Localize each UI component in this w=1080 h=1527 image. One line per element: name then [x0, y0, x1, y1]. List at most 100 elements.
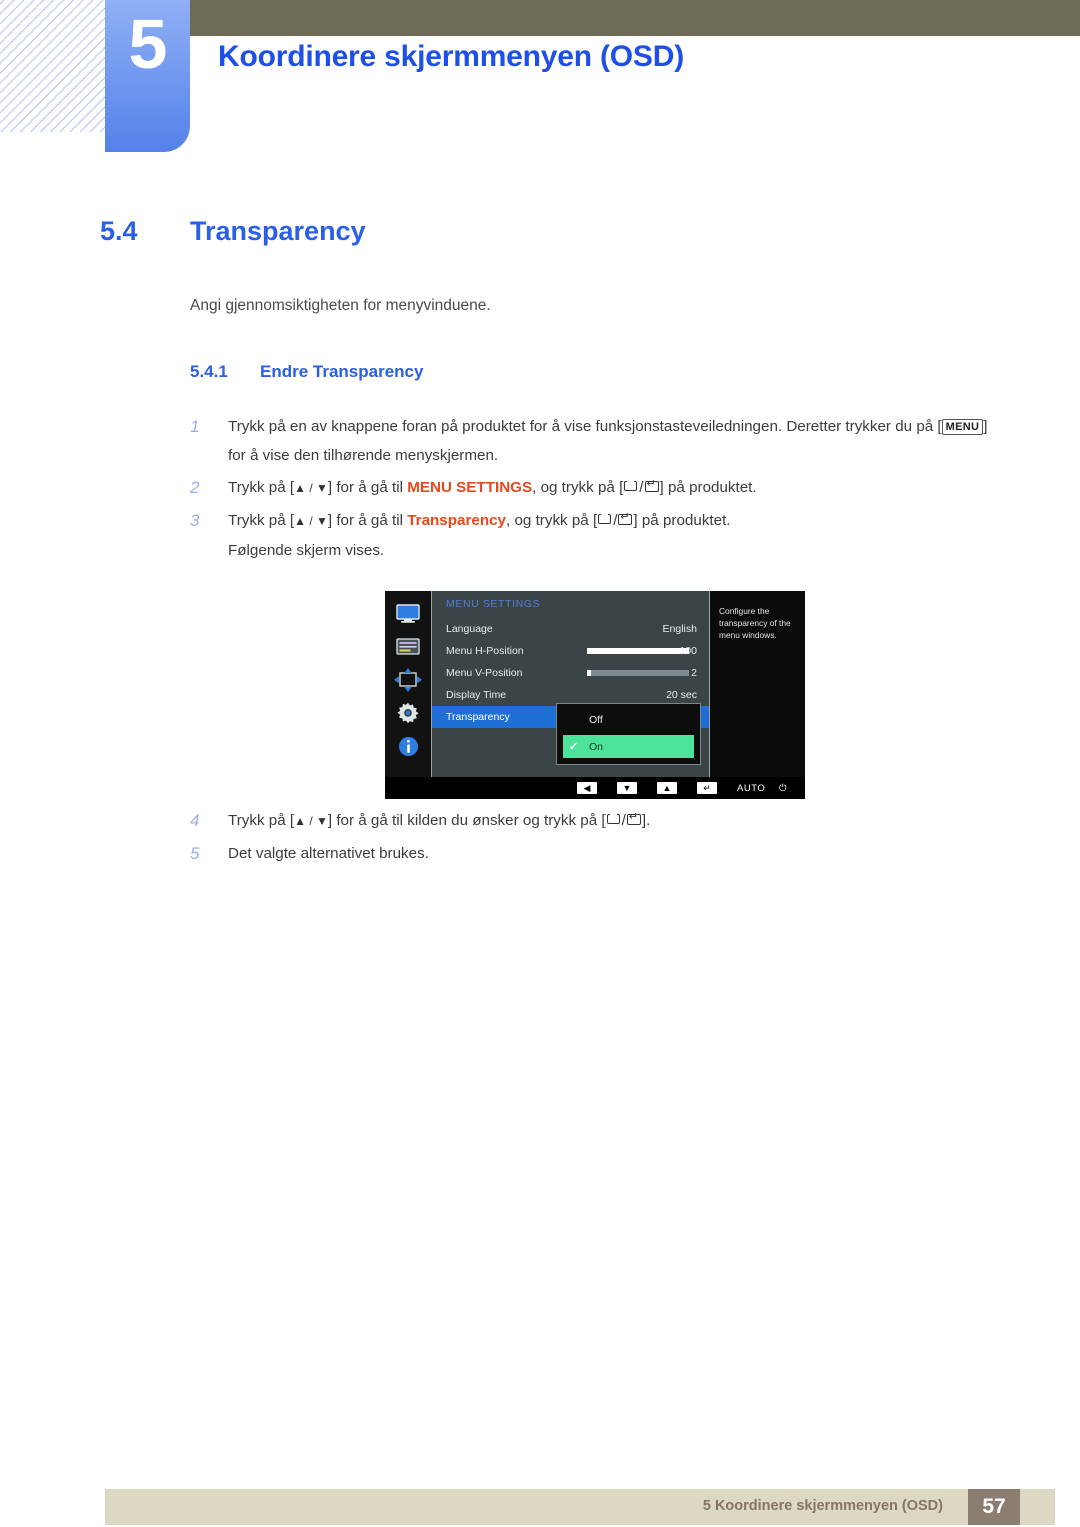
- chapter-title: Koordinere skjermmenyen (OSD): [218, 40, 684, 73]
- enter-key-icon: [644, 477, 660, 493]
- step-text-part: ] for å gå til kilden du ønsker og trykk…: [327, 812, 606, 829]
- step-text-part: ] på produktet.: [633, 512, 731, 529]
- osd-sidebar: [385, 591, 431, 777]
- step-number: 4: [190, 811, 200, 830]
- osd-button-auto[interactable]: AUTO: [737, 782, 765, 794]
- step-item: 2 Trykk på [▲ / ▼] for å gå til MENU SET…: [190, 473, 1000, 503]
- osd-option-label: Off: [589, 713, 603, 726]
- osd-row-value: 2: [691, 667, 697, 679]
- step-text-part: Trykk på [: [228, 479, 295, 496]
- footer-bar: 5 Koordinere skjermmenyen (OSD) 57: [105, 1489, 1055, 1525]
- osd-button-down[interactable]: ▼: [617, 782, 637, 794]
- step-number: 1: [190, 417, 200, 436]
- osd-option-on[interactable]: ✓ On: [563, 735, 694, 758]
- chapter-number: 5: [128, 5, 168, 83]
- step-item: 1 Trykk på en av knappene foran på produ…: [190, 412, 1000, 470]
- step-item: 4 Trykk på [▲ / ▼] for å gå til kilden d…: [190, 806, 1000, 836]
- osd-row-value: 20 sec: [666, 689, 697, 701]
- osd-option-label: On: [589, 740, 604, 753]
- osd-button-glyph: ▼: [617, 782, 637, 794]
- osd-row-language[interactable]: Language English: [432, 618, 709, 640]
- step-number: 3: [190, 511, 200, 530]
- osd-description-text: Configure the transparency of the menu w…: [719, 606, 791, 640]
- step-highlight-term: Transparency: [407, 512, 507, 529]
- osd-button-glyph: ◀: [577, 782, 597, 794]
- osd-slider-fill: [587, 648, 689, 654]
- source-key-icon: [623, 479, 639, 493]
- osd-row-label: Language: [446, 623, 493, 635]
- osd-button-power[interactable]: ⏻: [779, 782, 787, 794]
- up-down-arrows-icon: ▲ / ▼: [294, 814, 328, 828]
- menu-key-badge: MENU: [941, 419, 984, 435]
- step-number: 5: [190, 844, 200, 863]
- menu-list-icon: [393, 634, 423, 660]
- step-text-part: Trykk på [: [228, 512, 295, 529]
- enter-key-icon: [626, 810, 642, 826]
- osd-transparency-popup: Off ✓ On: [556, 703, 701, 765]
- osd-row-label: Menu V-Position: [446, 667, 523, 679]
- step-text-part: ].: [641, 812, 651, 829]
- step-text: Trykk på [▲ / ▼] for å gå til MENU SETTI…: [228, 473, 1000, 503]
- osd-button-back[interactable]: ◀: [577, 782, 597, 794]
- monitor-icon: [393, 601, 423, 627]
- enter-key-icon: [617, 510, 633, 526]
- step-text-part: , og trykk på [: [532, 479, 624, 496]
- step-text-part: ] på produktet.: [659, 479, 757, 496]
- osd-slider-v-position[interactable]: [587, 670, 689, 676]
- header-olive-bar: [190, 0, 1080, 36]
- step-text-part: , og trykk på [: [506, 512, 598, 529]
- position-arrows-icon: [393, 667, 423, 693]
- subsection-number: 5.4.1: [190, 362, 228, 381]
- step-text: Trykk på en av knappene foran på produkt…: [228, 412, 1000, 470]
- footer-chapter-label: 5 Koordinere skjermmenyen (OSD): [702, 1498, 943, 1514]
- section-lead-text: Angi gjennomsiktigheten for menyvinduene…: [190, 297, 491, 314]
- info-icon: [393, 733, 423, 759]
- step-text: Trykk på [▲ / ▼] for å gå til kilden du …: [228, 806, 1000, 836]
- osd-row-menu-v-position[interactable]: Menu V-Position 2: [432, 662, 709, 684]
- osd-row-label: Display Time: [446, 689, 507, 701]
- instruction-step-list-continued: 4 Trykk på [▲ / ▼] for å gå til kilden d…: [190, 806, 1000, 871]
- osd-button-glyph: AUTO: [737, 782, 766, 794]
- source-key-icon: [597, 512, 613, 526]
- step-highlight-term: MENU SETTINGS: [407, 479, 533, 496]
- osd-slider-fill: [587, 670, 592, 676]
- osd-button-bar: ◀ ▼ ▲ ↵ AUTO ⏻: [385, 777, 805, 799]
- step-text-part: Trykk på en av knappene foran på produkt…: [228, 418, 942, 435]
- power-icon: ⏻: [779, 782, 788, 794]
- subsection-title: Endre Transparency: [260, 362, 424, 381]
- osd-option-off[interactable]: Off: [563, 708, 694, 731]
- subsection-heading: 5.4.1 Endre Transparency: [190, 362, 423, 382]
- osd-menu-title: MENU SETTINGS: [446, 598, 541, 610]
- osd-row-value: 100: [679, 645, 697, 657]
- step-text: Det valgte alternativet brukes.: [228, 845, 429, 862]
- chapter-tab: 5: [105, 0, 190, 152]
- step-item: 3 Trykk på [▲ / ▼] for å gå til Transpar…: [190, 506, 1000, 565]
- section-number: 5.4: [100, 216, 138, 246]
- step-number: 2: [190, 478, 200, 497]
- osd-description-panel: Configure the transparency of the menu w…: [710, 591, 805, 777]
- osd-screenshot: MENU SETTINGS Language English Menu H-Po…: [385, 591, 805, 799]
- section-heading: 5.4 Transparency: [100, 216, 366, 247]
- osd-button-enter[interactable]: ↵: [697, 782, 717, 794]
- page-number: 57: [982, 1495, 1006, 1518]
- osd-button-up[interactable]: ▲: [657, 782, 677, 794]
- section-title: Transparency: [190, 216, 366, 246]
- osd-row-menu-h-position[interactable]: Menu H-Position 100: [432, 640, 709, 662]
- step-text-part: ] for å gå til: [327, 479, 408, 496]
- step-text-part: Trykk på [: [228, 812, 295, 829]
- page-number-box: 57: [968, 1489, 1020, 1525]
- osd-button-glyph: ↵: [697, 782, 717, 794]
- osd-row-label: Transparency: [446, 711, 510, 723]
- osd-button-glyph: ▲: [657, 782, 677, 794]
- instruction-step-list: 1 Trykk på en av knappene foran på produ…: [190, 412, 1000, 568]
- step-text: Trykk på [▲ / ▼] for å gå til Transparen…: [228, 506, 1000, 565]
- source-key-icon: [606, 812, 622, 826]
- up-down-arrows-icon: ▲ / ▼: [294, 514, 328, 528]
- step-text-part: ] for å gå til: [327, 512, 408, 529]
- osd-row-label: Menu H-Position: [446, 645, 524, 657]
- up-down-arrows-icon: ▲ / ▼: [294, 481, 328, 495]
- step-followup-text: Følgende skjerm vises.: [228, 542, 385, 559]
- osd-row-value: English: [662, 623, 697, 635]
- gear-icon: [393, 700, 423, 726]
- osd-slider-h-position[interactable]: [587, 648, 689, 654]
